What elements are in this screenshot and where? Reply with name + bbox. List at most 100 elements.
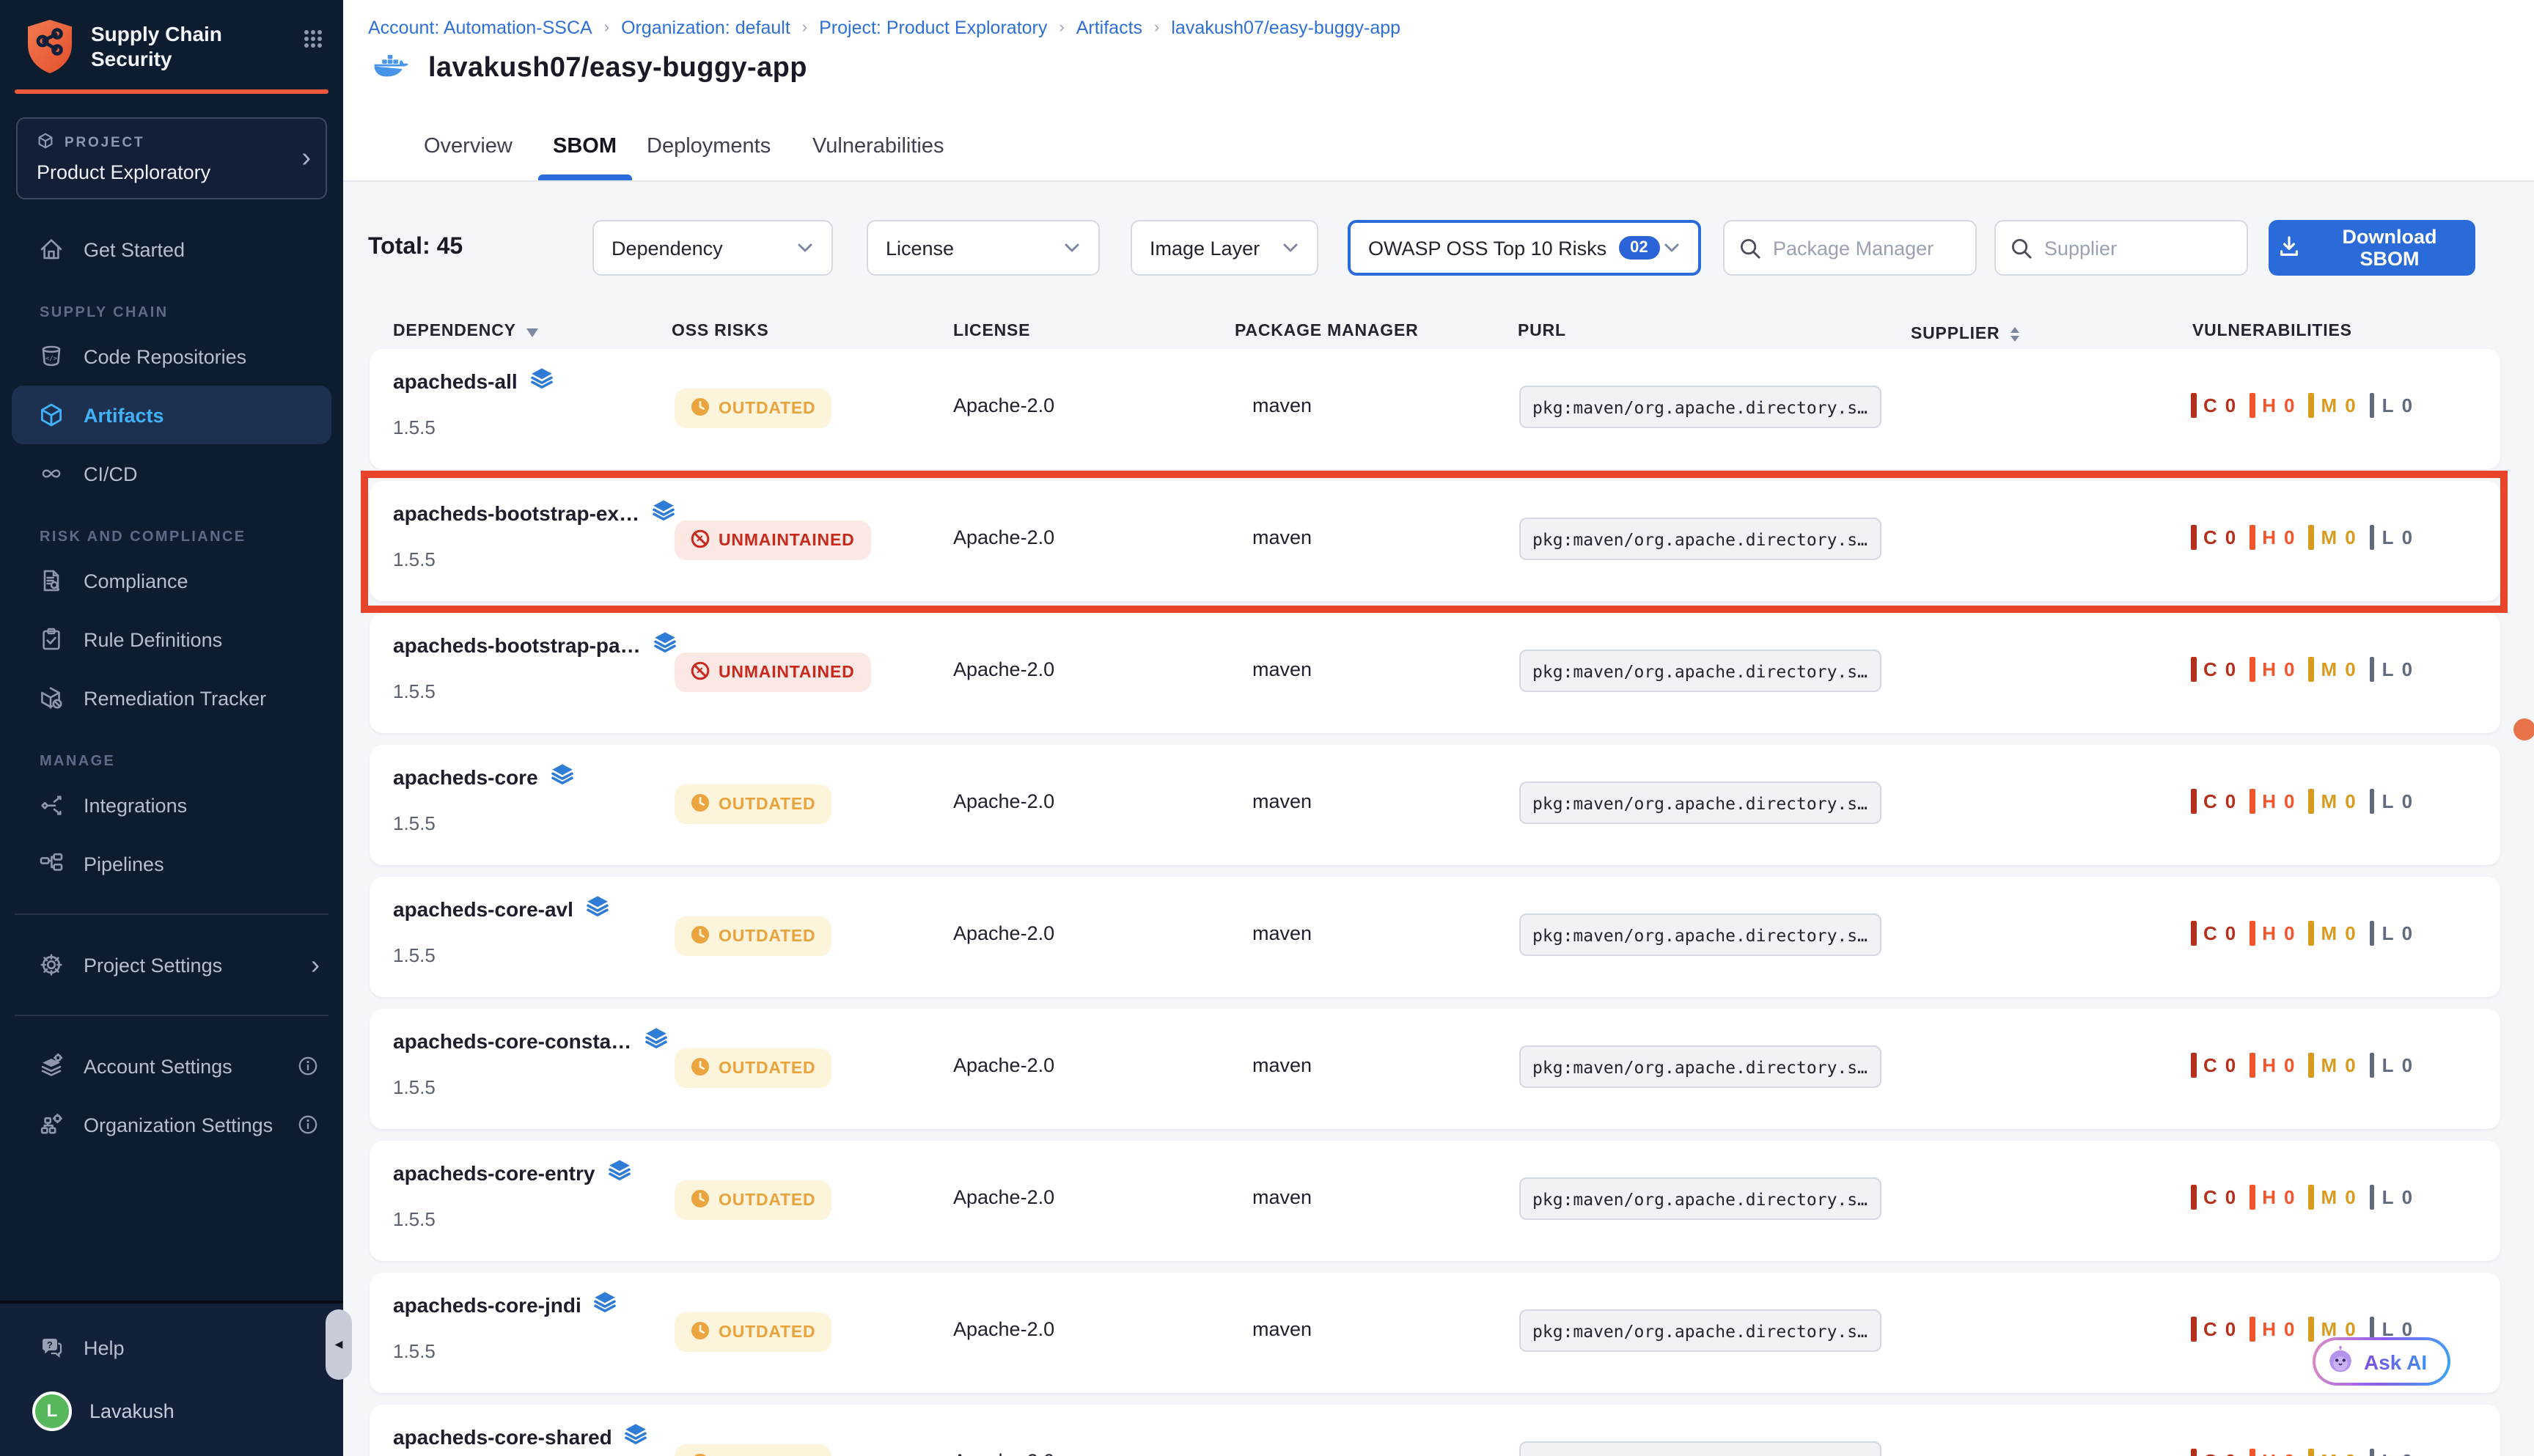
dependency-version: 1.5.5	[393, 812, 436, 834]
purl-chip[interactable]: pkg:maven/org.apache.directory.s…	[1519, 1177, 1881, 1220]
license-filter-dropdown[interactable]: License	[867, 220, 1100, 276]
sidebar-item-code-repositories[interactable]: </>Code Repositories	[0, 327, 343, 386]
sidebar-item-project-settings[interactable]: Project Settings›	[0, 935, 343, 994]
table-row[interactable]: apacheds-core-avl1.5.5OUTDATEDApache-2.0…	[370, 877, 2500, 997]
table-row[interactable]: apacheds-bootstrap-pa…1.5.5UNMAINTAINEDA…	[370, 613, 2500, 733]
pipelines-icon	[38, 850, 65, 877]
breadcrumb-item[interactable]: Project: Product Exploratory	[819, 18, 1047, 38]
oss-risk-label: OUTDATED	[719, 1059, 815, 1077]
sidebar-item-integrations[interactable]: Integrations	[0, 776, 343, 834]
severity-count: 0	[2345, 1450, 2356, 1456]
sidebar-item-label: Account Settings	[84, 1055, 232, 1077]
project-selector[interactable]: PROJECT Product Exploratory ›	[16, 117, 327, 199]
table-row[interactable]: apacheds-core-shared1.5.5OUTDATEDApache-…	[370, 1405, 2500, 1456]
column-header-license: LICENSE	[953, 323, 1030, 340]
sidebar-item-help[interactable]: ? Help	[0, 1318, 343, 1377]
sidebar-item-ci-cd[interactable]: CI/CD	[0, 444, 343, 503]
purl-chip[interactable]: pkg:maven/org.apache.directory.s…	[1519, 650, 1881, 692]
dependency-name: apacheds-all	[393, 367, 554, 394]
table-row[interactable]: apacheds-core-jndi1.5.5OUTDATEDApache-2.…	[370, 1273, 2500, 1393]
vuln-count-critical: C0	[2191, 1185, 2236, 1210]
module-switcher-grid-icon[interactable]	[304, 29, 323, 56]
severity-bar	[2191, 1185, 2196, 1210]
oss-risk-label: OUTDATED	[719, 1323, 815, 1341]
vuln-count-critical: C0	[2191, 525, 2236, 550]
info-icon[interactable]	[296, 1113, 320, 1136]
chevron-down-icon	[1663, 242, 1681, 254]
vulnerability-counts: C0H0M0L0	[2191, 789, 2413, 814]
tab-sbom[interactable]: SBOM	[553, 114, 617, 180]
infinity-icon	[38, 460, 65, 487]
sidebar-item-account-settings[interactable]: Account Settings	[0, 1037, 343, 1095]
purl-chip[interactable]: pkg:maven/org.apache.directory.s…	[1519, 913, 1881, 956]
page-header: Account: Automation-SSCA › Organization: d…	[343, 0, 2534, 114]
title-row: lavakush07/easy-buggy-app	[372, 53, 807, 85]
table-row[interactable]: apacheds-core-entry1.5.5OUTDATEDApache-2…	[370, 1141, 2500, 1261]
oss-risk-badge: OUTDATED	[675, 916, 831, 956]
purl-chip[interactable]: pkg:maven/org.apache.directory.s…	[1519, 782, 1881, 824]
svg-text:?: ?	[47, 1339, 53, 1350]
severity-bar	[2191, 1053, 2196, 1078]
breadcrumb-item[interactable]: Organization: default	[621, 18, 790, 38]
vuln-count-low: L0	[2370, 393, 2413, 418]
info-icon[interactable]	[296, 1054, 320, 1078]
purl-chip[interactable]: pkg:maven/org.apache.directory.s…	[1519, 518, 1881, 560]
severity-count: 0	[2284, 394, 2295, 416]
dependency-name-label: apacheds-all	[393, 369, 518, 392]
breadcrumb: Account: Automation-SSCA › Organization: d…	[368, 18, 1400, 38]
breadcrumb-item[interactable]: Artifacts	[1076, 18, 1142, 38]
dropdown-label: Image Layer	[1150, 237, 1260, 259]
dependency-filter-dropdown[interactable]: Dependency	[592, 220, 833, 276]
ask-ai-button[interactable]: Ask AI	[2313, 1337, 2450, 1386]
sidebar-item-remediation-tracker[interactable]: Remediation Tracker	[0, 669, 343, 727]
purl-chip[interactable]: pkg:maven/org.apache.directory.s…	[1519, 386, 1881, 428]
table-row[interactable]: apacheds-all1.5.5OUTDATEDApache-2.0maven…	[370, 349, 2500, 469]
severity-bar	[2250, 525, 2255, 550]
sidebar-item-artifacts[interactable]: Artifacts	[12, 386, 331, 444]
sidebar-divider	[15, 913, 328, 915]
license-cell: Apache-2.0	[953, 526, 1054, 548]
sidebar-item-label: Organization Settings	[84, 1114, 273, 1136]
severity-count: 0	[2402, 526, 2413, 548]
cube-icon	[37, 132, 54, 154]
vuln-count-low: L0	[2370, 789, 2413, 814]
sidebar-item-compliance[interactable]: Compliance	[0, 551, 343, 610]
org-gear-icon	[38, 1111, 65, 1138]
table-row[interactable]: apacheds-core1.5.5OUTDATEDApache-2.0mave…	[370, 745, 2500, 865]
sidebar-item-organization-settings[interactable]: Organization Settings	[0, 1095, 343, 1154]
breadcrumb-item[interactable]: Account: Automation-SSCA	[368, 18, 592, 38]
sidebar-item-get-started[interactable]: Get Started	[0, 220, 343, 279]
vuln-count-medium: M0	[2309, 1053, 2357, 1078]
tab-vulnerabilities[interactable]: Vulnerabilities	[812, 114, 944, 180]
sidebar-collapse-handle[interactable]: ◀	[326, 1309, 352, 1380]
breadcrumb-separator: ›	[802, 19, 807, 37]
download-sbom-button[interactable]: Download SBOM	[2269, 220, 2475, 276]
tab-deployments[interactable]: Deployments	[647, 114, 771, 180]
table-row[interactable]: apacheds-bootstrap-ex…1.5.5UNMAINTAINEDA…	[370, 481, 2500, 601]
vuln-count-low: L0	[2370, 1053, 2413, 1078]
column-header-dependency[interactable]: DEPENDENCY	[393, 323, 538, 340]
unmaintained-ban-icon	[691, 661, 710, 684]
severity-count: 0	[2345, 790, 2356, 812]
sidebar-item-rule-definitions[interactable]: Rule Definitions	[0, 610, 343, 669]
column-header-supplier[interactable]: SUPPLIER	[1911, 323, 2019, 346]
vulnerability-counts: C0H0M0L0	[2191, 393, 2413, 418]
purl-chip[interactable]: pkg:maven/org.apache.directory.s…	[1519, 1309, 1881, 1352]
severity-count: 0	[2225, 1318, 2236, 1340]
layers-icon	[643, 1026, 668, 1054]
severity-count: 0	[2225, 526, 2236, 548]
dependency-name-label: apacheds-core-jndi	[393, 1293, 581, 1316]
breadcrumb-item[interactable]: lavakush07/easy-buggy-app	[1171, 18, 1400, 38]
user-menu[interactable]: L Lavakush	[0, 1377, 343, 1444]
severity-bar	[2191, 393, 2196, 418]
layers-icon	[550, 762, 575, 790]
purl-chip[interactable]: pkg:maven/org.apache.directory.s…	[1519, 1045, 1881, 1088]
image-layer-filter-dropdown[interactable]: Image Layer	[1131, 220, 1318, 276]
sidebar-item-pipelines[interactable]: Pipelines	[0, 834, 343, 893]
oss-risk-label: OUTDATED	[719, 400, 815, 417]
sidebar-section-title: RISK AND COMPLIANCE	[0, 529, 343, 545]
owasp-risk-filter-dropdown[interactable]: OWASP OSS Top 10 Risks 02	[1348, 220, 1701, 276]
purl-chip[interactable]: pkg:maven/org.apache.directory.s…	[1519, 1441, 1881, 1456]
table-row[interactable]: apacheds-core-consta…1.5.5OUTDATEDApache…	[370, 1009, 2500, 1129]
tab-overview[interactable]: Overview	[424, 114, 513, 180]
